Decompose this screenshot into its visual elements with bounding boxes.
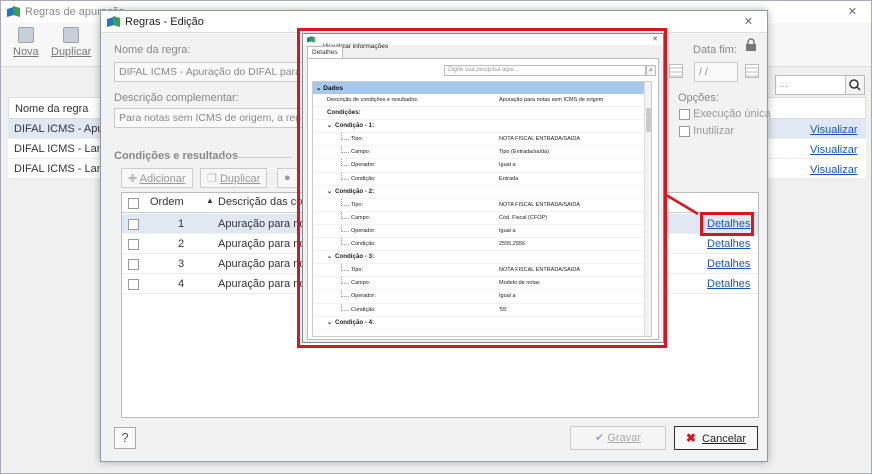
execucao-checkbox[interactable] [679, 108, 690, 120]
select-all-checkbox[interactable] [128, 197, 139, 209]
inutilizar-option[interactable]: Inutilizar [679, 125, 734, 137]
calendar-icon[interactable] [745, 64, 759, 78]
gravar-button[interactable]: ✔ Gravar [570, 426, 666, 450]
new-document-icon [17, 27, 34, 43]
duplicar-button[interactable]: ❐ Duplicar [200, 168, 268, 188]
cancel-x-icon: ✖ [685, 431, 696, 445]
copy-icon [63, 27, 80, 43]
row-ordem: 2 [178, 238, 185, 250]
lock-icon [746, 38, 756, 51]
row-ordem: 3 [178, 258, 185, 270]
row-checkbox[interactable] [128, 278, 139, 290]
descricao-field[interactable]: Para notas sem ICMS de origem, a regra v… [114, 108, 304, 128]
highlight-detalhes [700, 212, 754, 236]
data-fim-field[interactable]: / / [694, 62, 738, 82]
dialog-close-icon[interactable]: ✕ [744, 15, 753, 28]
highlight-popup [297, 28, 667, 348]
search-icon [849, 79, 861, 91]
section-title: Condições e resultados [114, 150, 239, 162]
inutilizar-checkbox[interactable] [679, 125, 690, 137]
detalhes-link[interactable]: Detalhes [707, 238, 750, 250]
row-descricao: Apuração para not [218, 218, 309, 230]
duplicar-toolbar-button[interactable]: Duplicar [51, 27, 91, 58]
section-divider [222, 157, 292, 158]
calendar-icon[interactable] [669, 64, 683, 78]
detalhes-link[interactable]: Detalhes [707, 278, 750, 290]
app-logo-icon [107, 16, 121, 28]
bg-search-input[interactable]: ... [775, 75, 849, 95]
cancelar-button[interactable]: ✖ Cancelar [674, 426, 758, 450]
row-descricao: Apuração para not [218, 278, 309, 290]
row-checkbox[interactable] [128, 218, 139, 230]
bg-search-button[interactable] [845, 75, 865, 95]
visualizar-link[interactable]: Visualizar [810, 164, 858, 176]
col-descricao[interactable]: Descrição das con [218, 196, 309, 208]
check-icon: ✔ [595, 432, 605, 444]
row-ordem: 1 [178, 218, 185, 230]
execucao-unica-option[interactable]: Execução única [679, 108, 771, 120]
app-logo-icon [7, 6, 21, 18]
dialog-title: Regras - Edição [125, 15, 204, 28]
nome-field[interactable]: DIFAL ICMS - Apuração do DIFAL para nota [114, 62, 304, 82]
opcoes-label: Opções: [678, 92, 719, 104]
descricao-label: Descrição complementar: [114, 92, 239, 104]
row-checkbox[interactable] [128, 238, 139, 250]
row-ordem: 4 [178, 278, 185, 290]
bg-close-icon[interactable]: ✕ [848, 5, 857, 18]
sort-asc-icon: ▲ [206, 196, 214, 205]
help-button[interactable]: ? [114, 427, 136, 449]
row-checkbox[interactable] [128, 258, 139, 270]
remove-button[interactable]: ● [277, 168, 299, 188]
row-descricao: Apuração para not [218, 238, 309, 250]
data-fim-label: Data fim: [693, 44, 738, 56]
visualizar-link[interactable]: Visualizar [810, 124, 858, 136]
plus-icon: ✚ [128, 173, 138, 185]
visualizar-link[interactable]: Visualizar [810, 144, 858, 156]
detalhes-link[interactable]: Detalhes [707, 258, 750, 270]
col-ordem[interactable]: Ordem [150, 196, 184, 208]
row-descricao: Apuração para not [218, 258, 309, 270]
copy-icon: ❐ [207, 173, 217, 185]
nova-button[interactable]: Nova [13, 27, 39, 58]
nome-label: Nome da regra: [114, 44, 191, 56]
remove-icon: ● [284, 172, 291, 184]
adicionar-button[interactable]: ✚ Adicionar [121, 168, 193, 188]
